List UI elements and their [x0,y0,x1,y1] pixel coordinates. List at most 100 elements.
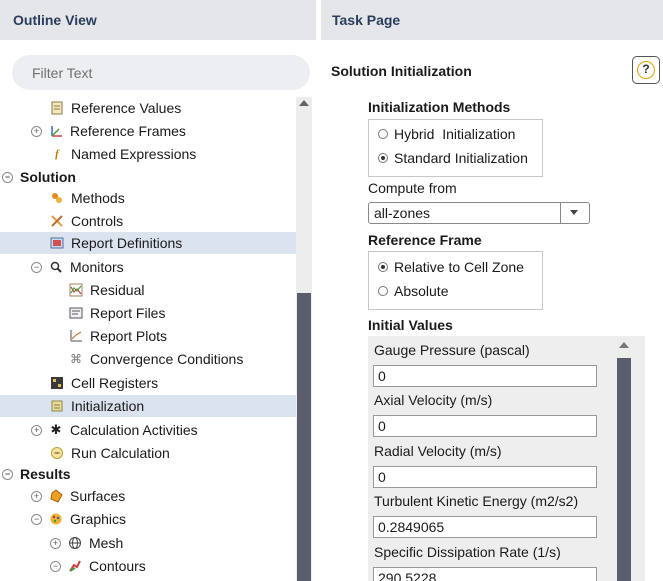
axial-velocity-label: Axial Velocity (m/s) [374,392,493,408]
tree-item-label: Named Expressions [71,146,197,162]
tree-item-label: Report Plots [90,328,168,344]
tree-item-initialization[interactable]: Initialization [0,395,296,417]
tree-item-controls[interactable]: Controls [0,210,296,232]
gauge-pressure-label: Gauge Pressure (pascal) [374,342,530,358]
radial-velocity-label: Radial Velocity (m/s) [374,443,502,459]
tree-item-label: Graphics [70,511,127,527]
help-icon: ? [637,61,655,79]
convergence-icon: ⌘ [70,352,82,366]
tree-item-report-files[interactable]: Report Files [0,302,296,324]
collapse-icon[interactable]: − [2,468,13,480]
report-plots-icon [69,329,83,343]
tree-item-label: Surfaces [70,488,126,504]
outline-view-panel: Outline View Filter Text Reference Value… [0,0,316,581]
tree-item-label: Cell Registers [71,375,159,391]
cell-registers-icon [50,376,64,390]
task-page-scrollbar[interactable] [616,336,632,581]
scrollbar-thumb[interactable] [297,293,311,581]
relative-to-cell-zone-radio[interactable]: Relative to Cell Zone [378,259,524,275]
standard-initialization-radio[interactable]: Standard Initialization [378,150,528,166]
radial-velocity-input[interactable]: 0 [373,466,597,488]
reference-frames-icon [49,124,63,138]
chevron-down-icon[interactable] [570,210,578,215]
initial-values-heading: Initial Values [368,317,453,333]
scrollbar-thumb[interactable] [617,358,631,581]
tree-item-contours[interactable]: − Contours [0,555,296,577]
tree-item-label: Contours [89,558,146,574]
radio-label: Standard Initialization [394,150,528,166]
specific-dissipation-rate-label: Specific Dissipation Rate (1/s) [374,544,561,560]
tree-item-label: Initialization [71,398,145,414]
tree-item-calculation-activities[interactable]: + ✱ Calculation Activities [0,419,296,441]
residual-icon [69,283,83,297]
tree-item-label: Solution [20,169,76,185]
initial-values-group: Gauge Pressure (pascal) 0 Axial Velocity… [368,336,645,581]
scroll-up-icon[interactable] [619,342,629,348]
graphics-icon [49,512,63,526]
tree-item-label: Report Files [90,305,166,321]
tree-item-label: Convergence Conditions [90,351,244,367]
tree-item-convergence-conditions[interactable]: ⌘ Convergence Conditions [0,348,296,370]
turbulent-kinetic-energy-input[interactable]: 0.2849065 [373,516,597,538]
reference-frame-heading: Reference Frame [368,232,482,248]
tree-item-named-expressions[interactable]: f Named Expressions [0,143,296,165]
tree-item-monitors[interactable]: − Monitors [0,256,296,278]
tree-item-residual[interactable]: Residual [0,279,296,301]
compute-from-select[interactable]: all-zones [368,202,590,224]
collapse-icon[interactable]: − [2,171,13,183]
expand-icon[interactable]: + [31,490,42,502]
radio-indicator [378,286,388,296]
tree-item-results[interactable]: − Results [0,463,296,485]
radio-indicator [378,262,388,272]
collapse-icon[interactable]: − [50,560,61,572]
tree-item-run-calculation[interactable]: Run Calculation [0,442,296,464]
gauge-pressure-input[interactable]: 0 [373,365,597,387]
collapse-icon[interactable]: − [31,513,42,525]
initialization-methods-heading: Initialization Methods [368,99,511,115]
tree-item-reference-values[interactable]: Reference Values [0,97,296,119]
radio-label: Hybrid Initialization [394,126,516,142]
scroll-up-icon[interactable] [299,100,309,106]
task-page-title: Task Page [321,0,663,40]
tree-item-label: Results [20,466,71,482]
tree-item-graphics[interactable]: − Graphics [0,508,296,530]
tree-item-report-definitions[interactable]: Report Definitions [0,232,296,254]
tree-item-report-plots[interactable]: Report Plots [0,325,296,347]
radio-indicator [378,153,388,163]
axial-velocity-input[interactable]: 0 [373,415,597,437]
surfaces-icon [49,489,63,503]
tree-item-methods[interactable]: Methods [0,187,296,209]
collapse-icon[interactable]: − [31,261,42,273]
help-button[interactable]: ? [632,56,660,84]
tree-item-cell-registers[interactable]: Cell Registers [0,372,296,394]
tree-item-label: Methods [71,190,125,206]
radio-label: Absolute [394,283,449,299]
methods-icon [50,191,64,205]
tree-item-mesh[interactable]: + Mesh [0,532,296,554]
report-files-icon [69,306,83,320]
page-title: Solution Initialization [331,63,472,79]
tree-item-reference-frames[interactable]: + Reference Frames [0,120,296,142]
filter-input[interactable]: Filter Text [12,55,310,90]
hybrid-initialization-radio[interactable]: Hybrid Initialization [378,126,515,142]
tree-item-label: Reference Values [71,100,182,116]
tree-item-surfaces[interactable]: + Surfaces [0,485,296,507]
expand-icon[interactable]: + [31,424,42,436]
outline-view-title: Outline View [0,0,316,40]
reference-frame-group: Relative to Cell Zone Absolute [368,251,543,310]
expand-icon[interactable]: + [50,537,61,549]
calculation-activities-icon: ✱ [50,422,62,437]
tree-item-solution[interactable]: − Solution [0,166,296,188]
specific-dissipation-rate-input[interactable]: 290.5228 [373,567,597,581]
tree-item-label: Monitors [70,259,124,275]
monitors-icon [49,260,63,274]
compute-from-value: all-zones [374,205,431,221]
radio-indicator [378,129,388,139]
contours-icon [68,559,82,573]
report-definitions-icon [50,236,64,250]
tree-item-label: Controls [71,213,124,229]
radio-label: Relative to Cell Zone [394,259,524,275]
expand-icon[interactable]: + [31,125,42,137]
absolute-radio[interactable]: Absolute [378,283,448,299]
outline-scrollbar[interactable] [296,97,312,581]
